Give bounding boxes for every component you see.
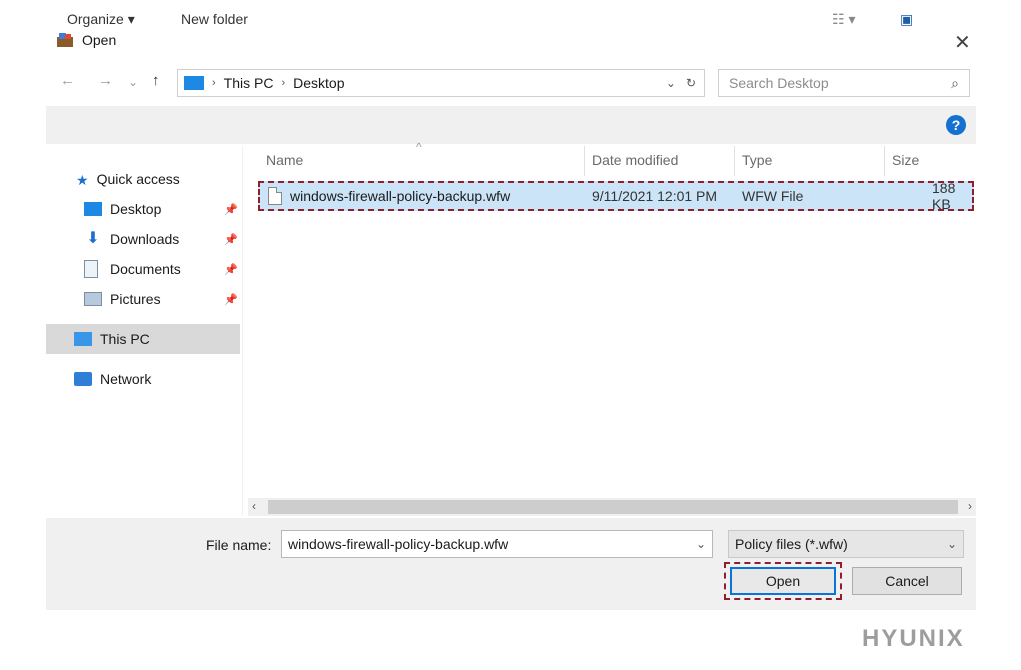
- file-date: 9/11/2021 12:01 PM: [592, 188, 718, 204]
- open-button[interactable]: Open: [730, 567, 836, 595]
- recent-locations-button[interactable]: ⌄: [128, 75, 138, 89]
- command-toolbar: [46, 106, 976, 144]
- sidebar-item-label: Pictures: [110, 291, 161, 307]
- file-type-filter-value: Policy files (*.wfw): [735, 536, 848, 552]
- network-icon: [74, 372, 92, 386]
- dialog-title: Open: [82, 32, 117, 48]
- column-divider[interactable]: [884, 146, 885, 176]
- organize-button[interactable]: Organize ▾: [67, 11, 135, 28]
- sidebar-item-desktop[interactable]: Desktop 📌: [84, 194, 240, 224]
- column-divider[interactable]: [584, 146, 585, 176]
- download-icon: ⬇: [86, 230, 100, 247]
- sidebar-item-pictures[interactable]: Pictures 📌: [84, 284, 240, 314]
- view-options-icon[interactable]: ☷ ▾: [832, 11, 855, 28]
- dialog-title-bar: Open: [56, 32, 116, 48]
- breadcrumb-chevron-icon: ›: [212, 77, 216, 89]
- pin-icon: 📌: [224, 203, 238, 216]
- file-size: 188 KB: [932, 180, 956, 212]
- scrollbar-thumb[interactable]: [268, 500, 958, 514]
- picture-icon: [84, 292, 102, 306]
- column-header-name[interactable]: Name: [266, 152, 303, 168]
- sidebar-item-downloads[interactable]: ⬇ Downloads 📌: [84, 224, 240, 254]
- file-type-filter[interactable]: Policy files (*.wfw) ⌄: [728, 530, 964, 558]
- star-icon: ★: [76, 172, 89, 188]
- sidebar-item-label: This PC: [100, 331, 150, 347]
- preview-pane-icon[interactable]: ▣: [900, 11, 913, 28]
- pin-icon: 📌: [224, 293, 238, 306]
- file-name-value: windows-firewall-policy-backup.wfw: [288, 536, 509, 552]
- sidebar-item-label: Documents: [110, 261, 181, 277]
- sidebar-item-quick-access[interactable]: ★ Quick access: [76, 164, 236, 194]
- file-type: WFW File: [742, 188, 804, 204]
- file-name-label: File name:: [206, 537, 272, 553]
- chevron-down-icon[interactable]: ⌄: [666, 76, 676, 90]
- help-button[interactable]: ?: [946, 115, 966, 135]
- horizontal-scrollbar[interactable]: ‹ ›: [248, 498, 976, 516]
- computer-icon: [184, 76, 204, 90]
- sidebar-item-network[interactable]: Network: [46, 364, 240, 394]
- refresh-icon[interactable]: ↻: [686, 76, 696, 90]
- file-icon: [268, 187, 282, 205]
- search-icon: ⌕: [951, 74, 959, 91]
- breadcrumb-this-pc[interactable]: This PC: [224, 75, 274, 91]
- close-button[interactable]: ✕: [954, 30, 971, 55]
- sort-ascending-icon: ^: [416, 140, 422, 154]
- sidebar-item-label: Quick access: [96, 171, 180, 187]
- column-divider[interactable]: [734, 146, 735, 176]
- search-input[interactable]: Search Desktop ⌕: [718, 69, 970, 97]
- sidebar-item-label: Downloads: [110, 231, 180, 247]
- new-folder-button[interactable]: New folder: [181, 11, 248, 27]
- column-header-type[interactable]: Type: [742, 152, 772, 168]
- breadcrumb-chevron-icon: ›: [281, 77, 286, 89]
- search-placeholder: Search Desktop: [729, 75, 829, 91]
- file-name: windows-firewall-policy-backup.wfw: [290, 188, 511, 204]
- chevron-down-icon[interactable]: ⌄: [696, 537, 706, 551]
- sidebar-item-label: Desktop: [110, 201, 162, 217]
- forward-button[interactable]: →: [98, 72, 113, 89]
- file-name-input[interactable]: windows-firewall-policy-backup.wfw ⌄: [281, 530, 713, 558]
- scroll-right-icon[interactable]: ›: [968, 499, 972, 513]
- sidebar-item-label: Network: [100, 371, 152, 387]
- computer-icon: [74, 332, 92, 346]
- up-button[interactable]: ↑: [152, 72, 160, 89]
- scroll-left-icon[interactable]: ‹: [252, 499, 256, 513]
- pin-icon: 📌: [224, 263, 238, 276]
- cancel-button[interactable]: Cancel: [852, 567, 962, 595]
- desktop-folder-icon: [84, 202, 102, 216]
- pane-divider: [242, 146, 243, 516]
- column-header-size[interactable]: Size: [892, 152, 919, 168]
- file-row[interactable]: windows-firewall-policy-backup.wfw 9/11/…: [258, 180, 974, 212]
- document-icon: [84, 260, 98, 278]
- column-header-date[interactable]: Date modified: [592, 152, 678, 168]
- app-icon: [57, 33, 73, 47]
- sidebar-item-this-pc[interactable]: This PC: [46, 324, 240, 354]
- breadcrumb-desktop[interactable]: Desktop: [293, 75, 344, 91]
- sidebar-item-documents[interactable]: Documents 📌: [84, 254, 240, 284]
- address-bar[interactable]: › This PC › Desktop ⌄ ↻: [177, 69, 705, 97]
- chevron-down-icon[interactable]: ⌄: [947, 537, 957, 551]
- pin-icon: 📌: [224, 233, 238, 246]
- brand-watermark: HYUNIX: [862, 625, 965, 652]
- back-button[interactable]: ←: [60, 72, 75, 89]
